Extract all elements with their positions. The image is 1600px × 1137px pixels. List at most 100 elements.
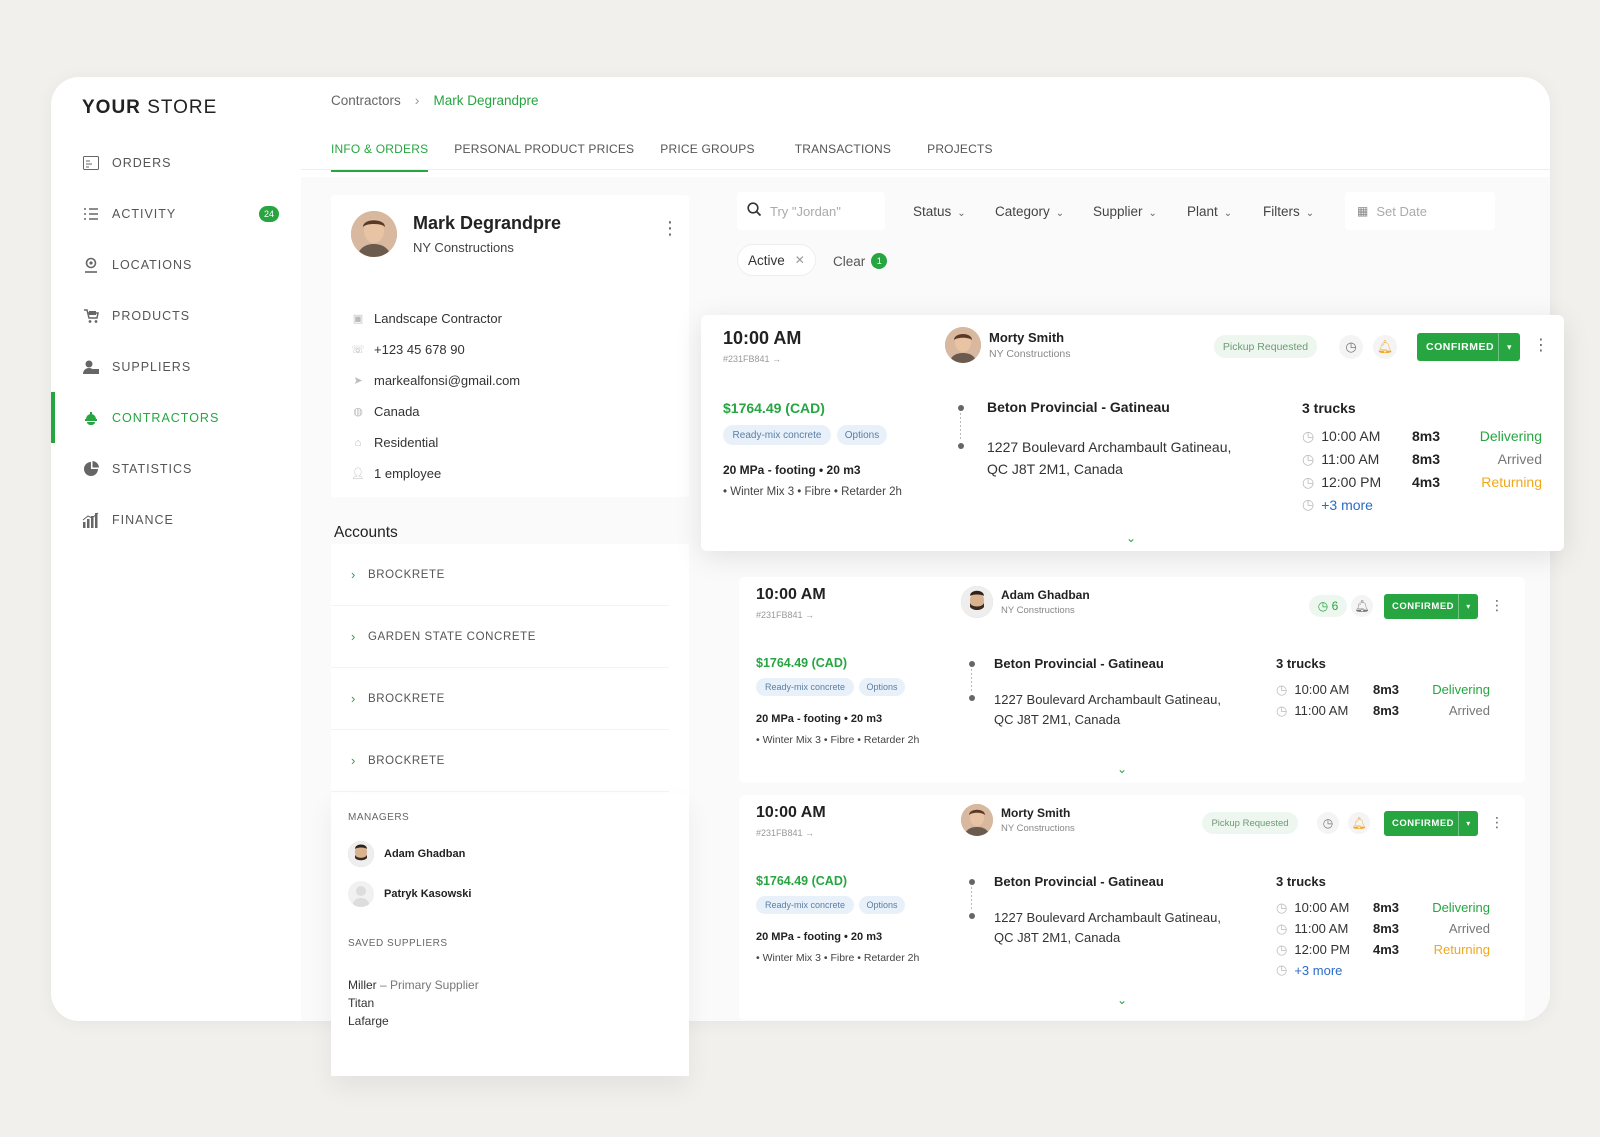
clock-icon[interactable]: ◷	[1317, 812, 1339, 834]
supplier-item[interactable]: Titan	[348, 994, 479, 1012]
plant-name: Beton Provincial - Gatineau	[994, 656, 1164, 671]
status-label: CONFIRMED	[1392, 818, 1455, 829]
account-label: BROCKRETE	[367, 692, 445, 705]
account-item[interactable]: › BROCKRETE	[331, 544, 669, 606]
confirmed-status-button[interactable]: CONFIRMED ▾	[1417, 333, 1520, 361]
customer-name: Morty Smith	[1001, 806, 1071, 820]
truck-row: ◷ 11:00 AM 8m3 Arrived	[1302, 450, 1542, 468]
finance-icon	[82, 511, 100, 529]
sidebar-item-label: ORDERS	[112, 155, 172, 170]
options-tag[interactable]: Options	[859, 678, 905, 696]
order-price: $1764.49 (CAD)	[756, 874, 848, 888]
search-input[interactable]: Try "Jordan"	[737, 192, 885, 230]
manager-item[interactable]: Patryk Kasowski	[348, 881, 471, 907]
more-options-icon[interactable]: ⋮	[1490, 598, 1504, 612]
store-logo[interactable]: YOUR STORE	[82, 97, 217, 119]
info-text: Residential	[374, 435, 439, 450]
options-tag[interactable]: Options	[837, 425, 887, 445]
account-item[interactable]: › BROCKRETE	[331, 668, 669, 730]
expand-chevron-icon[interactable]: ⌄	[1126, 531, 1136, 545]
activity-count-badge: 24	[259, 205, 279, 222]
chevron-right-icon: ›	[351, 567, 356, 582]
tab-personal-product-prices[interactable]: PERSONAL PRODUCT PRICES	[454, 142, 634, 172]
bell-icon[interactable]: 🔔︎	[1373, 335, 1397, 359]
contractor-company: NY Constructions	[413, 240, 514, 255]
bell-icon[interactable]: 🔔︎	[1348, 812, 1370, 834]
sidebar-item-activity[interactable]: ACTIVITY 24	[51, 188, 301, 239]
category-filter-dropdown[interactable]: Category ⌄	[995, 204, 1064, 219]
status-filter-dropdown[interactable]: Status ⌄	[913, 204, 966, 219]
confirmed-status-button[interactable]: CONFIRMED ▾	[1384, 811, 1478, 836]
clock-icon: ◷	[1276, 920, 1288, 936]
sidebar-item-statistics[interactable]: STATISTICS	[51, 443, 301, 494]
order-time: 10:00 AM	[723, 328, 802, 348]
expand-chevron-icon[interactable]: ⌄	[1117, 762, 1127, 776]
account-item[interactable]: › BROCKRETE	[331, 730, 669, 792]
bell-icon[interactable]: 🔔︎	[1351, 595, 1373, 617]
order-id-link[interactable]: #231FB841 →	[756, 610, 814, 620]
manager-item[interactable]: Adam Ghadban	[348, 841, 465, 867]
close-icon[interactable]: ✕	[795, 253, 805, 267]
more-options-icon[interactable]: ⋮	[661, 219, 679, 237]
chevron-right-icon: ›	[414, 92, 420, 108]
send-icon: ➤	[353, 375, 363, 387]
order-id-link[interactable]: #231FB841 →	[723, 354, 781, 364]
sidebar-item-finance[interactable]: FINANCE	[51, 494, 301, 545]
supplier-item[interactable]: Lafarge	[348, 1012, 479, 1030]
info-row-country: ◍ Canada	[351, 396, 520, 427]
order-card[interactable]: 10:00 AM #231FB841 → Morty Smith NY Const…	[701, 315, 1564, 551]
more-filters-dropdown[interactable]: Filters ⌄	[1263, 204, 1314, 219]
truck-volume: 8m3	[1373, 921, 1400, 936]
order-time: 10:00 AM	[756, 586, 826, 603]
route-indicator	[968, 879, 976, 919]
clock-icon: ◷	[1276, 899, 1288, 915]
tab-transactions[interactable]: TRANSACTIONS	[795, 142, 891, 172]
more-trucks-link[interactable]: ◷ +3 more	[1276, 962, 1342, 978]
supplier-filter-dropdown[interactable]: Supplier ⌄	[1093, 204, 1157, 219]
pickup-requested-badge: Pickup Requested	[1214, 335, 1317, 358]
sidebar-item-suppliers[interactable]: SUPPLIERS	[51, 341, 301, 392]
plant-name: Beton Provincial - Gatineau	[994, 874, 1164, 889]
info-row-phone[interactable]: ☏ +123 45 678 90	[351, 334, 520, 365]
sidebar-item-products[interactable]: PRODUCTS	[51, 290, 301, 341]
more-options-icon[interactable]: ⋮	[1533, 338, 1549, 354]
sidebar-item-contractors[interactable]: CONTRACTORS	[51, 392, 301, 443]
supplier-item[interactable]: Miller – Primary Supplier	[348, 976, 479, 994]
truck-row: ◷ 10:00 AM 8m3 Delivering	[1276, 899, 1490, 916]
contractor-info-list: ▣ Landscape Contractor ☏ +123 45 678 90 ➤ m…	[351, 303, 520, 489]
filter-label: Plant	[1187, 204, 1218, 219]
tab-info-orders[interactable]: INFO & ORDERS	[331, 142, 429, 172]
breadcrumb-parent[interactable]: Contractors	[331, 93, 401, 108]
search-placeholder: Try "Jordan"	[770, 203, 841, 219]
more-trucks-link[interactable]: ◷ +3 more	[1302, 496, 1373, 513]
clear-filters-button[interactable]: Clear 1	[833, 253, 888, 269]
suppliers-icon	[82, 358, 100, 376]
tab-price-groups[interactable]: PRICE GROUPS	[660, 142, 754, 172]
breadcrumb: Contractors › Mark Degrandpre	[331, 92, 539, 108]
order-card[interactable]: 10:00 AM #231FB841 → Adam Ghadban NY Cons…	[739, 577, 1525, 783]
clock-icon[interactable]: ◷	[1339, 335, 1363, 359]
date-picker-input[interactable]: ▦ Set Date	[1345, 192, 1495, 230]
expand-chevron-icon[interactable]: ⌄	[1117, 993, 1127, 1007]
filter-label: Supplier	[1093, 204, 1143, 219]
sidebar-item-orders[interactable]: ORDERS	[51, 137, 301, 188]
account-item[interactable]: › GARDEN STATE CONCRETE	[331, 606, 669, 668]
contractor-profile-card: Mark Degrandpre NY Constructions ⋮ ▣ Land…	[331, 195, 689, 497]
chevron-down-icon: ▾	[1458, 594, 1478, 619]
truck-status: Returning	[1481, 474, 1542, 490]
tab-projects[interactable]: PROJECTS	[927, 142, 993, 172]
sidebar-item-locations[interactable]: LOCATIONS	[51, 239, 301, 290]
plant-filter-dropdown[interactable]: Plant ⌄	[1187, 204, 1232, 219]
account-label: BROCKRETE	[367, 568, 445, 581]
more-options-icon[interactable]: ⋮	[1490, 815, 1504, 829]
order-card[interactable]: 10:00 AM #231FB841 → Morty Smith NY Const…	[739, 795, 1525, 1020]
truck-time: 12:00 PM	[1321, 474, 1382, 490]
info-row-email[interactable]: ➤ markealfonsi@gmail.com	[351, 365, 520, 396]
confirmed-status-button[interactable]: CONFIRMED ▾	[1384, 594, 1478, 619]
account-label: BROCKRETE	[367, 754, 445, 767]
order-id-link[interactable]: #231FB841 →	[756, 828, 814, 838]
order-spec: 20 MPa - footing • 20 m3	[723, 463, 861, 477]
chevron-right-icon: ›	[351, 753, 356, 768]
customer-company: NY Constructions	[1001, 605, 1075, 616]
options-tag[interactable]: Options	[859, 896, 905, 914]
